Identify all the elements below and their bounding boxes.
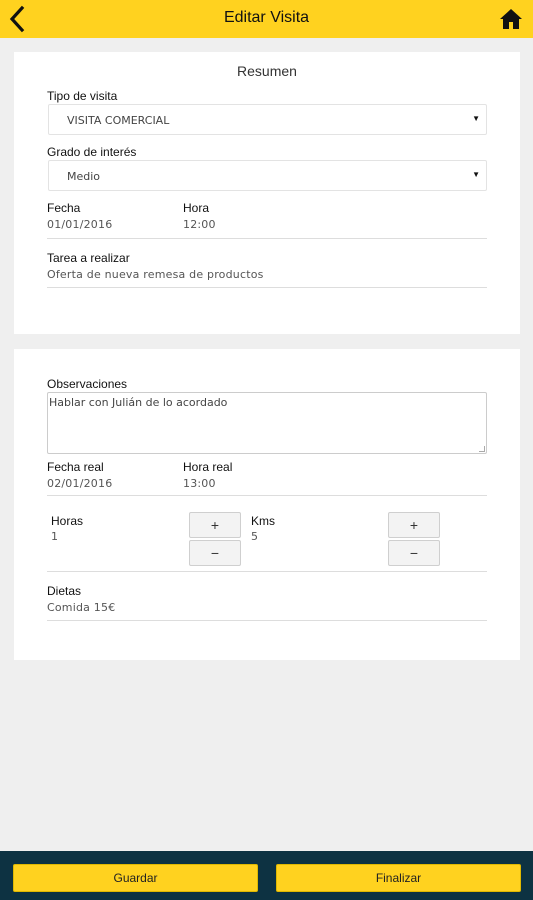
kms-decrement-button[interactable]: − [388,540,440,566]
divider [47,495,487,496]
task-label: Tarea a realizar [47,251,130,265]
divider [47,238,487,239]
top-app-bar: Editar Visita [0,0,533,38]
hours-increment-button[interactable]: + [189,512,241,538]
dropdown-arrow-icon: ▼ [472,114,480,123]
bottom-action-bar: Guardar Finalizar [0,851,533,900]
kms-increment-button[interactable]: + [388,512,440,538]
hours-value: 1 [51,530,59,543]
task-value[interactable]: Oferta de nueva remesa de productos [47,268,264,281]
date-value[interactable]: 01/01/2016 [47,218,112,231]
finish-button[interactable]: Finalizar [276,864,521,892]
hours-decrement-button[interactable]: − [189,540,241,566]
time-value[interactable]: 12:00 [183,218,216,231]
kms-label: Kms [251,514,275,528]
home-button[interactable] [499,7,523,31]
real-date-value[interactable]: 02/01/2016 [47,477,112,490]
observations-label: Observaciones [47,377,128,391]
date-label: Fecha [47,201,81,215]
kms-value: 5 [251,530,259,543]
allowances-label: Dietas [47,584,82,598]
page-title: Editar Visita [223,9,310,26]
visit-type-value: VISITA COMERCIAL [67,114,170,127]
allowances-value[interactable]: Comida 15€ [47,601,115,614]
details-card: Observaciones Hablar con Julián de lo ac… [14,349,520,660]
real-time-label: Hora real [183,460,233,474]
resize-grip-icon[interactable] [479,446,485,452]
real-time-value[interactable]: 13:00 [183,477,216,490]
dropdown-arrow-icon: ▼ [472,170,480,179]
observations-value: Hablar con Julián de lo acordado [49,396,228,409]
visit-type-select[interactable]: VISITA COMERCIAL ▼ [48,104,487,135]
divider [47,571,487,572]
divider [47,287,487,288]
interest-level-value: Medio [67,170,101,183]
time-label: Hora [183,201,210,215]
home-icon [500,9,522,29]
visit-type-label: Tipo de visita [47,89,118,103]
save-button[interactable]: Guardar [13,864,258,892]
divider [47,620,487,621]
summary-card: Resumen Tipo de visita VISITA COMERCIAL … [14,52,520,334]
real-date-label: Fecha real [47,460,104,474]
summary-title: Resumen [237,63,297,79]
interest-level-label: Grado de interés [47,145,137,159]
hours-label: Horas [51,514,84,528]
interest-level-select[interactable]: Medio ▼ [48,160,487,191]
observations-textarea[interactable]: Hablar con Julián de lo acordado [47,392,487,454]
